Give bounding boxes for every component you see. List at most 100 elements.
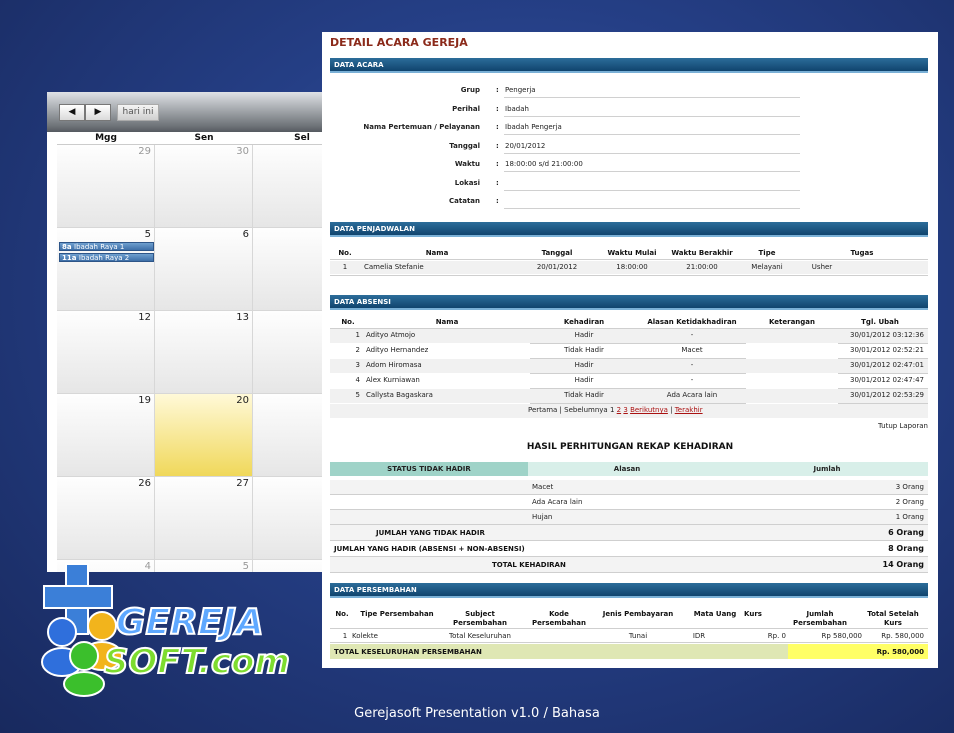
absensi-col-header: Tgl. Ubah — [861, 318, 899, 326]
penjadwalan-col-header: Nama — [425, 249, 449, 257]
persembahan-col-header: No. — [335, 610, 349, 618]
calendar-widget: ◀ ▶ hari ini Mgg Sen Sel 29 30 5 8a Ibadah … — [47, 92, 347, 572]
calendar-day-number: 6 — [242, 229, 249, 240]
logo-line2: SOFT.com — [103, 641, 291, 683]
table-cell: Rp. 580,000 — [881, 632, 924, 640]
rekap-jumlah: 2 Orang — [895, 498, 924, 506]
calendar-day-number: 13 — [236, 312, 249, 323]
persembahan-col-header: Total Setelah Kurs — [867, 610, 919, 627]
rekap-col-alasan: Alasan — [528, 462, 726, 476]
field-label: Perihal — [452, 104, 480, 113]
calendar-day-cell[interactable]: 29 — [57, 145, 155, 228]
table-cell: Camelia Stefanie — [364, 263, 424, 271]
rekap-alasan: Ada Acara lain — [532, 498, 583, 506]
event-time: 8a — [62, 243, 75, 251]
pager-page-2[interactable]: 2 — [617, 406, 621, 414]
row-line — [330, 642, 928, 643]
rekap-total-label: TOTAL KEHADIRAN — [492, 561, 566, 569]
day-header-monday: Sen — [155, 132, 253, 145]
row-line — [330, 275, 928, 276]
rekap-total-value: 14 Orang — [882, 560, 924, 569]
gerejasoft-logo: GEREJA SOFT.com — [38, 560, 308, 700]
persembahan-col-header: Jumlah Persembahan — [793, 610, 847, 627]
table-cell: 5 — [355, 391, 360, 399]
calendar-day-number: 12 — [138, 312, 151, 323]
penjadwalan-col-header: No. — [338, 249, 352, 257]
penjadwalan-col-header: Tanggal — [541, 249, 573, 257]
table-cell: IDR — [692, 632, 706, 640]
absensi-col-header: Kehadiran — [563, 318, 605, 326]
table-cell: 30/01/2012 02:53:29 — [849, 391, 924, 399]
calendar-day-number: 5 — [144, 229, 151, 240]
table-cell: Hadir — [574, 361, 594, 369]
table-cell: Tidak Hadir — [564, 346, 604, 354]
pager-next[interactable]: Berikutnya — [630, 406, 668, 414]
table-cell: Adom Hiromasa — [366, 361, 422, 369]
table-cell: 30/01/2012 02:47:01 — [849, 361, 924, 369]
field-colon: : — [496, 141, 499, 150]
absensi-col-header: No. — [341, 318, 355, 326]
penjadwalan-col-header: Waktu Mulai — [607, 249, 657, 257]
row-line — [838, 343, 928, 344]
pager-prev[interactable]: Sebelumnya — [564, 406, 608, 414]
row-line — [530, 343, 746, 344]
pager-last[interactable]: Terakhir — [675, 406, 703, 414]
table-cell: 30/01/2012 02:47:47 — [849, 376, 924, 384]
page-title: DETAIL ACARA GEREJA — [330, 36, 468, 49]
calendar-day-cell[interactable]: 13 — [155, 311, 253, 394]
field-underline — [504, 152, 800, 154]
table-cell: - — [690, 331, 694, 339]
calendar-event[interactable]: 8a Ibadah Raya 1 — [59, 242, 154, 251]
rekap-total-label: JUMLAH YANG HADIR (ABSENSI + NON-ABSENSI… — [334, 545, 525, 553]
close-report-link[interactable]: Tutup Laporan — [862, 422, 928, 430]
field-underline — [504, 189, 800, 191]
calendar-day-cell[interactable]: 19 — [57, 394, 155, 477]
field-label: Catatan — [449, 197, 480, 205]
field-label: Nama Pertemuan / Pelayanan — [363, 123, 480, 131]
table-cell: 1 — [342, 263, 348, 271]
field-colon: : — [496, 197, 499, 205]
calendar-day-cell[interactable]: 6 — [155, 228, 253, 311]
section-data-penjadwalan: DATA PENJADWALAN — [330, 222, 928, 237]
calendar-day-cell[interactable]: 20 — [155, 394, 253, 477]
today-button[interactable]: hari ini — [117, 104, 159, 121]
field-colon: : — [496, 160, 499, 168]
persembahan-col-header: Tipe Persembahan — [360, 610, 434, 618]
calendar-day-cell[interactable]: 27 — [155, 477, 253, 560]
table-cell: Alex Kurniawan — [366, 376, 420, 384]
event-title: Ibadah Raya 1 — [74, 243, 125, 251]
calendar-event[interactable]: 11a Ibadah Raya 2 — [59, 253, 154, 262]
pager-sep-2: | — [670, 406, 673, 414]
section-data-absensi: DATA ABSENSI — [330, 295, 928, 310]
persembahan-col-header: Subject Persembahan — [453, 610, 507, 627]
table-cell: Macet — [681, 346, 703, 354]
rekap-title: HASIL PERHITUNGAN REKAP KEHADIRAN — [526, 442, 734, 452]
calendar-day-cell[interactable]: 5 8a Ibadah Raya 1 11a Ibadah Raya 2 — [57, 228, 155, 311]
table-cell: Adityo Atmojo — [366, 331, 416, 339]
pager-first[interactable]: Pertama — [528, 406, 557, 414]
table-cell: 1 — [355, 331, 360, 339]
next-month-button[interactable]: ▶ — [85, 104, 111, 121]
field-label: Tanggal — [449, 141, 480, 150]
field-underline — [504, 134, 800, 135]
table-cell: 30/01/2012 03:12:36 — [849, 331, 924, 339]
table-cell: Usher — [811, 263, 833, 271]
table-cell: - — [690, 376, 694, 384]
field-value: Pengerja — [505, 86, 536, 94]
header-line — [330, 628, 928, 629]
section-data-persembahan: DATA PERSEMBAHAN — [330, 583, 928, 598]
absensi-col-header: Nama — [435, 318, 459, 326]
table-cell: Rp. 0 — [767, 632, 786, 640]
prev-month-button[interactable]: ◀ — [59, 104, 85, 121]
rekap-total-value: 6 Orang — [888, 528, 924, 537]
table-cell: Ada Acara lain — [666, 391, 718, 399]
calendar-day-cell[interactable]: 30 — [155, 145, 253, 228]
table-cell: Adityo Hernandez — [366, 346, 429, 354]
field-colon: : — [496, 123, 499, 131]
calendar-day-number: 30 — [236, 146, 249, 157]
calendar-day-cell[interactable]: 12 — [57, 311, 155, 394]
calendar-day-cell[interactable]: 26 — [57, 477, 155, 560]
persembahan-col-header: Kode Persembahan — [532, 610, 586, 627]
rekap-total-value: 8 Orang — [888, 544, 924, 553]
pager-page-3[interactable]: 3 — [623, 406, 627, 414]
